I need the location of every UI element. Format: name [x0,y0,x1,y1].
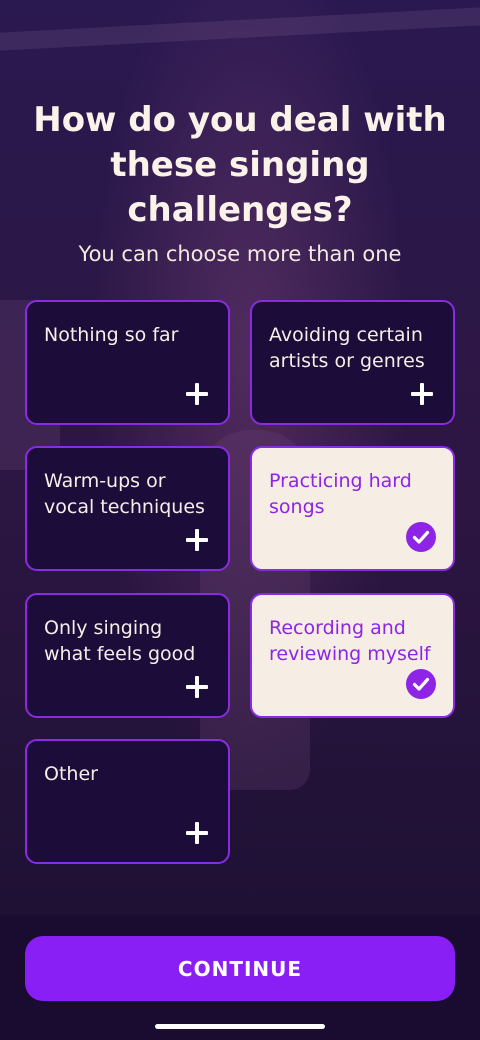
background-beam [0,7,480,51]
option-recording-reviewing[interactable]: Recording and reviewing myself [250,593,455,718]
checkmark-icon [406,522,436,552]
question-subtitle: You can choose more than one [78,242,402,266]
option-only-singing[interactable]: Only singing what feels good [25,593,230,718]
option-label: Practicing hard songs [269,470,412,518]
option-other[interactable]: Other [25,739,230,864]
option-label: Warm-ups or vocal techniques [44,470,205,518]
option-label: Recording and reviewing myself [269,617,431,665]
plus-icon [186,529,208,551]
option-label: Avoiding certain artists or genres [269,324,425,372]
checkmark-icon [406,669,436,699]
option-label: Nothing so far [44,324,179,346]
home-indicator [155,1024,325,1029]
question-title: How do you deal with these singing chall… [33,100,447,230]
option-label: Other [44,763,98,785]
plus-icon [186,676,208,698]
plus-icon [186,383,208,405]
plus-icon [411,383,433,405]
option-nothing-so-far[interactable]: Nothing so far [25,300,230,425]
plus-icon [186,822,208,844]
option-practicing-hard-songs[interactable]: Practicing hard songs [250,446,455,571]
option-label: Only singing what feels good [44,617,196,665]
option-avoiding-artists[interactable]: Avoiding certain artists or genres [250,300,455,425]
continue-button[interactable]: CONTINUE [25,936,455,1001]
onboarding-screen: How do you deal with these singing chall… [0,0,480,1040]
option-warm-ups[interactable]: Warm-ups or vocal techniques [25,446,230,571]
